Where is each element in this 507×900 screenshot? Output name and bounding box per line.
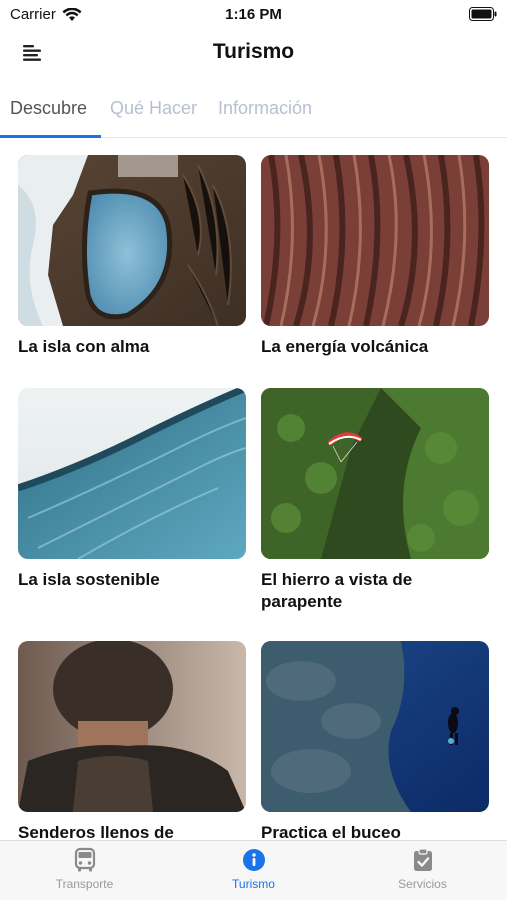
bottom-tab-turismo[interactable]: Turismo [169, 847, 338, 891]
card-image [18, 641, 246, 812]
card-title: La isla con alma [18, 337, 150, 356]
card-image [261, 155, 489, 326]
card-image [18, 155, 246, 326]
card-image [261, 641, 489, 812]
bottom-tab-transporte[interactable]: Transporte [0, 847, 169, 891]
card-la-energia-volcanica[interactable]: La energía volcánica [261, 155, 489, 358]
card-image [18, 388, 246, 559]
bus-icon [74, 847, 95, 872]
tab-que-hacer[interactable]: Qué Hacer [110, 98, 197, 119]
status-bar: Carrier 1:16 PM [0, 0, 507, 28]
battery-icon [469, 7, 497, 21]
card-la-isla-con-alma[interactable]: La isla con alma [18, 155, 246, 358]
card-title: Practica el buceo [261, 823, 401, 840]
card-practica-el-buceo[interactable]: Practica el buceo [261, 641, 489, 840]
tab-informacion[interactable]: Información [218, 98, 312, 119]
tab-descubre[interactable]: Descubre [10, 98, 87, 119]
info-icon [242, 849, 265, 871]
clipboard-check-icon [413, 848, 432, 871]
card-image [261, 388, 489, 559]
card-la-isla-sostenible[interactable]: La isla sostenible [18, 388, 246, 591]
card-title: La energía volcánica [261, 337, 429, 356]
bottom-tab-label: Transporte [55, 877, 114, 891]
card-title: La isla sostenible [18, 570, 160, 589]
status-time: 1:16 PM [225, 6, 282, 23]
card-senderos[interactable]: Senderos llenos de [18, 641, 246, 840]
section-tabs: Descubre Qué Hacer Información [0, 86, 507, 138]
navigation-bar: Turismo [0, 30, 507, 76]
page-title: Turismo [212, 40, 295, 63]
card-title: El hierro a vista de parapente [261, 570, 413, 611]
content-grid[interactable]: La isla con alma La energía volcánica La… [0, 138, 507, 840]
card-el-hierro-parapente[interactable]: El hierro a vista de parapente [261, 388, 489, 613]
bottom-tab-bar: Transporte Turismo Servicios [0, 840, 507, 900]
card-title: Senderos llenos de [18, 823, 174, 840]
bottom-tab-servicios[interactable]: Servicios [338, 847, 507, 891]
bottom-tab-label: Turismo [232, 877, 275, 891]
bottom-tab-label: Servicios [398, 877, 447, 891]
